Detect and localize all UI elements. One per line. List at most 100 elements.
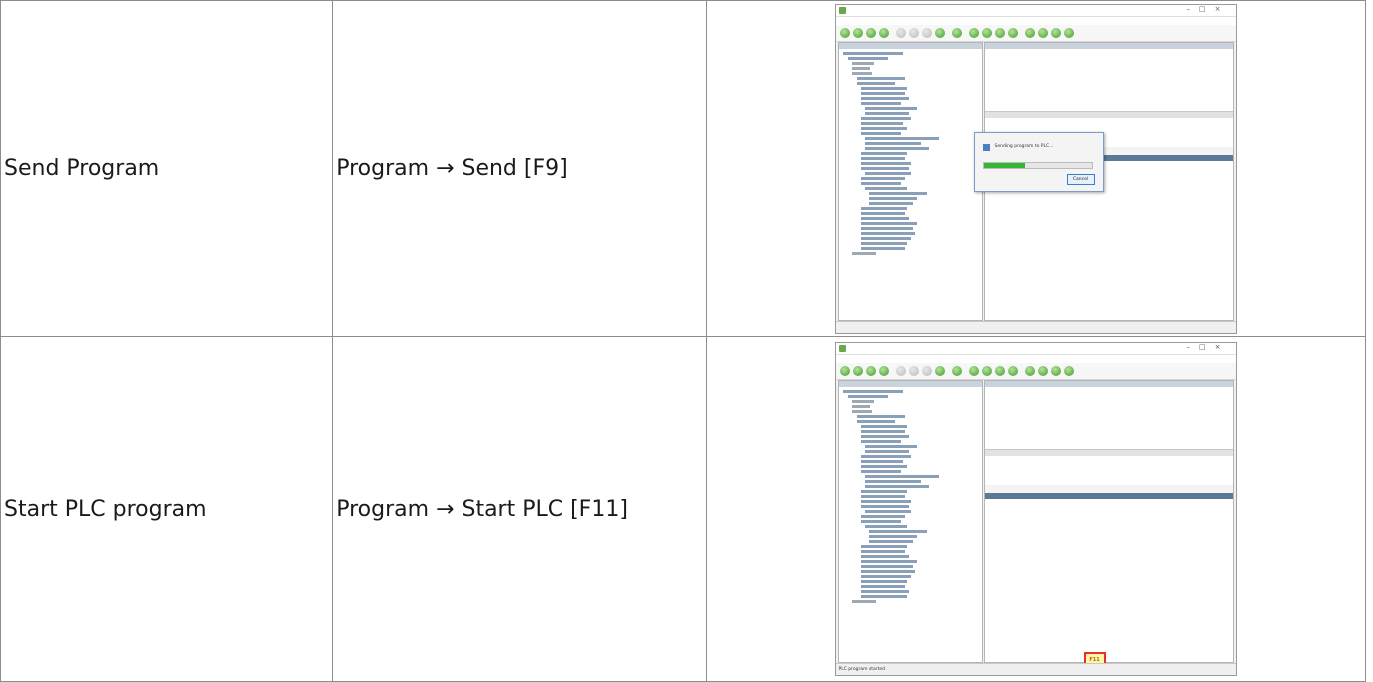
action-label: Send Program — [4, 156, 160, 181]
tree-item — [847, 56, 888, 60]
toolbar-icon — [865, 27, 876, 38]
action-cell: Send Program — [0, 0, 334, 337]
variables-header — [985, 49, 1233, 57]
menu-path-cell: Program → Send [F9] — [332, 0, 707, 337]
tree-item — [860, 520, 901, 523]
project-tree — [837, 380, 983, 663]
toolbar-icon — [921, 27, 932, 38]
tree-item — [860, 216, 909, 220]
progress-fill — [983, 162, 1025, 168]
tree-item — [847, 395, 888, 398]
toolbar-icon — [1050, 27, 1061, 38]
tree-item — [856, 415, 905, 418]
toolbar-icon — [981, 366, 992, 376]
tree-item — [868, 540, 913, 543]
splitter — [984, 110, 1233, 118]
tree-item — [851, 66, 870, 70]
toolbar-icon — [839, 366, 850, 376]
toolbar-icon — [908, 366, 919, 376]
variables-header — [985, 387, 1233, 395]
toolbar-icon — [1024, 27, 1035, 38]
menu-path-cell: Program → Start PLC [F11] — [332, 336, 707, 682]
tree-item — [860, 206, 907, 210]
toolbar-icon — [934, 27, 945, 38]
toolbar-icon — [934, 366, 945, 376]
tree-item — [864, 485, 929, 488]
tree-item — [864, 450, 909, 453]
status-text: PLC program started — [838, 667, 886, 672]
documentation-table: Send Program Program → Send [F9] –□× Sen… — [0, 0, 1366, 682]
start-plc-screenshot: –□× F11 PLC program started — [834, 342, 1237, 676]
tree-item — [864, 525, 907, 528]
menu-bar — [835, 355, 1236, 363]
tree-item — [860, 555, 909, 558]
transfer-icon — [982, 143, 990, 151]
toolbar-icon — [878, 27, 889, 38]
tree-item — [864, 480, 921, 483]
tree-item — [860, 490, 907, 493]
tree-item — [860, 435, 909, 438]
tree-item — [860, 460, 903, 463]
editor-pane — [983, 380, 1234, 663]
tree-item — [860, 131, 901, 135]
tree-item — [868, 535, 917, 538]
progress-bar — [982, 161, 1093, 169]
tree-item — [856, 420, 895, 423]
tree-item — [860, 231, 915, 235]
tree-header — [838, 42, 982, 49]
toolbar-icon — [1050, 366, 1061, 376]
tree-item — [851, 600, 876, 603]
tree-header — [838, 381, 982, 387]
window-controls: –□× — [1186, 4, 1230, 13]
tree-item — [864, 475, 939, 478]
toolbar-icon — [1037, 366, 1048, 376]
tree-item — [860, 505, 909, 508]
toolbar-icon — [981, 27, 992, 38]
screenshot-cell: –□× — [705, 336, 1366, 682]
tree-item — [864, 186, 907, 190]
app-icon — [838, 6, 846, 14]
toolbar-icon — [1007, 27, 1018, 38]
toolbar-icon — [968, 27, 979, 38]
toolbar-icon — [1063, 366, 1074, 376]
toolbar-icon — [865, 366, 876, 376]
tree-item — [851, 400, 874, 403]
tree-item — [851, 405, 870, 408]
table-row: Send Program Program → Send [F9] –□× Sen… — [0, 0, 1366, 337]
tree-item — [860, 161, 911, 165]
sending-dialog: Sending program to PLC... Cancel — [973, 131, 1104, 192]
toolbar-icon — [839, 27, 850, 38]
tree-item — [860, 590, 909, 593]
app-icon — [838, 345, 846, 352]
toolbar-icon — [1007, 366, 1018, 376]
window-titlebar: –□× — [835, 343, 1236, 355]
toolbar-icon — [852, 27, 863, 38]
tree-item — [860, 595, 907, 598]
menu-path-label: Program → Send [F9] — [336, 156, 568, 181]
cancel-button[interactable]: Cancel — [1066, 173, 1095, 185]
status-bar: PLC program started — [835, 663, 1236, 675]
menu-path-label: Program → Start PLC [F11] — [336, 496, 628, 522]
toolbar-icon — [1037, 27, 1048, 38]
tree-item — [860, 500, 911, 503]
tree-item — [860, 580, 907, 583]
tree-item — [864, 171, 911, 175]
screenshot-cell: –□× — [705, 0, 1366, 337]
tree-item — [860, 156, 905, 160]
tree-item — [860, 430, 905, 433]
tree-item — [860, 166, 909, 170]
splitter — [984, 449, 1233, 456]
tree-item — [860, 121, 903, 125]
tree-item — [860, 151, 907, 155]
tree-item — [864, 141, 921, 145]
tree-item — [856, 81, 895, 85]
tree-item — [860, 425, 907, 428]
tree-item — [851, 71, 872, 75]
tree-item — [860, 86, 907, 90]
menu-bar — [835, 16, 1236, 25]
toolbar-icon — [951, 27, 962, 38]
editor-title-bar — [984, 493, 1233, 499]
action-cell: Start PLC program — [0, 336, 334, 682]
tree-item — [860, 570, 915, 573]
tree-item — [860, 241, 907, 245]
